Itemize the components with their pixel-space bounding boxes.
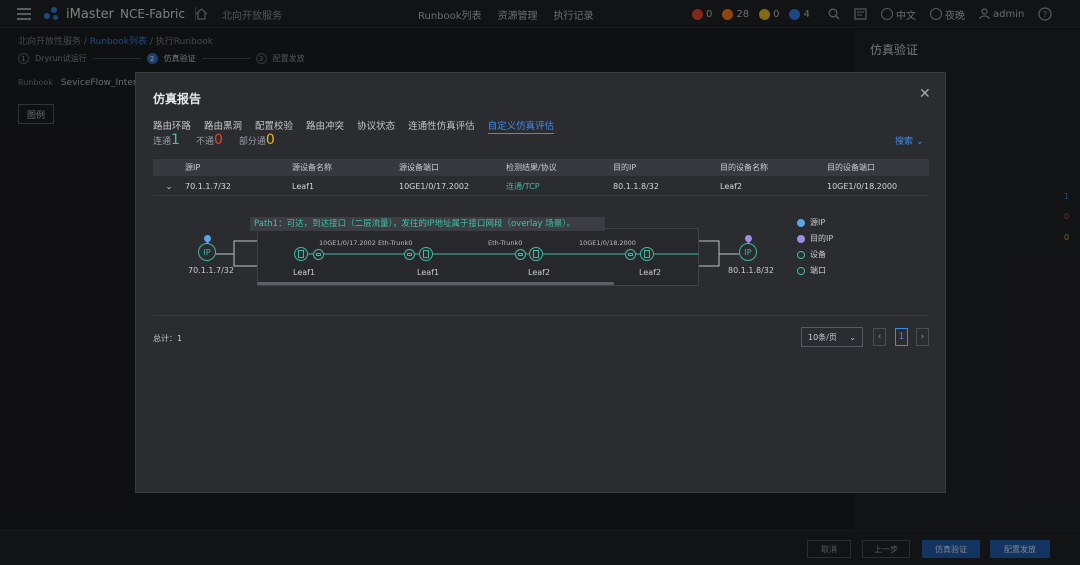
device-icon[interactable]: [640, 247, 654, 261]
path-tooltip: Path1：可达，到达接口（二层流量），发往的IP地址属于接口网段（overla…: [250, 217, 605, 231]
dest-ip-label: 80.1.1.8/32: [728, 266, 774, 275]
port-icon[interactable]: [313, 249, 324, 260]
device-icon[interactable]: [419, 247, 433, 261]
device-label-4: Leaf2: [639, 268, 662, 277]
horizontal-scrollbar[interactable]: [257, 282, 614, 285]
simulation-report-dialog: 仿真报告 ✕ 路由环路 路由黑洞 配置校验 路由冲突 协议状态 连通性仿真评估 …: [135, 72, 946, 493]
page-size-select[interactable]: 10条/页 ⌄: [801, 327, 863, 347]
device-label-1: Leaf1: [293, 268, 316, 277]
next-page-button[interactable]: ›: [916, 328, 929, 346]
dest-ip-node[interactable]: IP: [739, 243, 757, 261]
legend-source-ip: 源IP: [797, 217, 825, 228]
device-icon[interactable]: [294, 247, 308, 261]
port-label-2: Eth-Trunk0: [378, 239, 413, 247]
port-legend-icon: [797, 266, 805, 275]
dest-ip-icon: [797, 234, 805, 243]
source-ip-node[interactable]: IP: [198, 243, 216, 261]
port-label-4: 10GE1/0/18.2000: [579, 239, 636, 247]
legend-device: 设备: [797, 249, 826, 260]
port-icon[interactable]: [404, 249, 415, 260]
port-label-3: Eth-Trunk0: [488, 239, 523, 247]
page-number-current[interactable]: 1: [895, 328, 908, 346]
legend-port: 端口: [797, 265, 826, 276]
source-ip-label: 70.1.1.7/32: [188, 266, 234, 275]
device-icon[interactable]: [529, 247, 543, 261]
device-legend-icon: [797, 250, 805, 259]
total-count: 总计：1: [153, 334, 183, 343]
chevron-down-icon: ⌄: [849, 332, 856, 342]
port-icon[interactable]: [625, 249, 636, 260]
device-label-3: Leaf2: [528, 268, 551, 277]
source-ip-icon: [797, 218, 805, 227]
legend-dest-ip: 目的IP: [797, 233, 833, 244]
port-icon[interactable]: [515, 249, 526, 260]
port-label-1: 10GE1/0/17.2002: [319, 239, 376, 247]
device-label-2: Leaf1: [417, 268, 440, 277]
prev-page-button[interactable]: ‹: [873, 328, 886, 346]
